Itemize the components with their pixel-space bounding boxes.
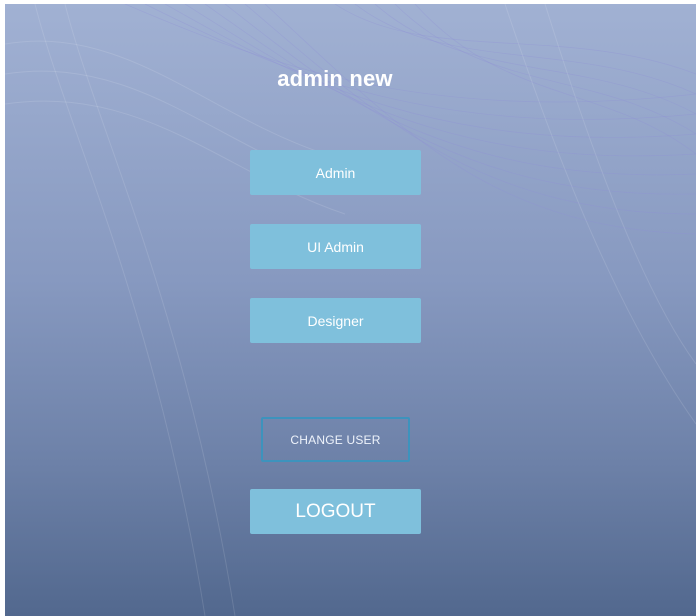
login-role-panel: admin new Admin UI Admin Designer CHANGE… xyxy=(5,4,696,616)
ui-admin-role-button[interactable]: UI Admin xyxy=(250,224,421,269)
user-name-title: admin new xyxy=(277,66,393,91)
designer-role-button[interactable]: Designer xyxy=(250,298,421,343)
logout-button[interactable]: LOGOUT xyxy=(250,489,421,534)
change-user-button[interactable]: CHANGE USER xyxy=(261,417,410,462)
admin-role-button[interactable]: Admin xyxy=(250,150,421,195)
